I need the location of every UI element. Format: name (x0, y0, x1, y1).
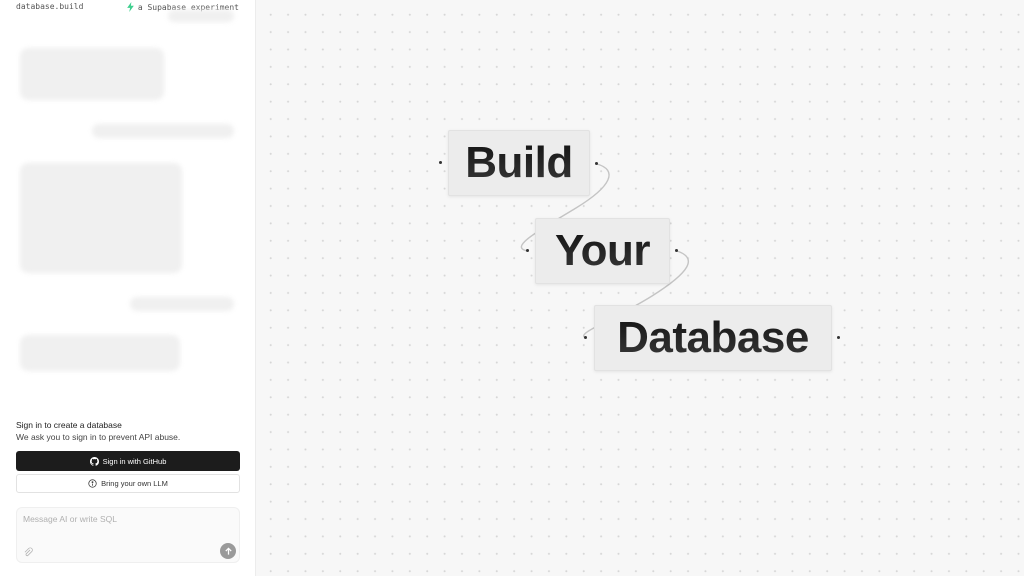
connection-handle[interactable] (595, 162, 598, 165)
placeholder-block (20, 48, 164, 100)
bring-own-llm-button[interactable]: Bring your own LLM (16, 474, 240, 493)
placeholder-block (92, 124, 234, 138)
connection-handle[interactable] (439, 161, 442, 164)
ai-chip-icon (88, 479, 97, 488)
github-button-label: Sign in with GitHub (102, 456, 167, 466)
signin-title: Sign in to create a database (16, 420, 122, 430)
send-button[interactable] (220, 543, 236, 559)
message-composer (16, 507, 240, 563)
connection-handle[interactable] (837, 336, 840, 339)
connection-handle[interactable] (675, 249, 678, 252)
placeholder-block (20, 163, 182, 273)
bolt-icon (127, 2, 134, 12)
connection-handle[interactable] (584, 336, 587, 339)
github-icon (89, 456, 99, 466)
github-signin-button[interactable]: Sign in with GitHub (16, 451, 240, 471)
word-node-your[interactable]: Your (535, 218, 670, 284)
word-node-database[interactable]: Database (594, 305, 832, 371)
paperclip-icon[interactable] (23, 547, 33, 557)
sidebar: database.build a Supabase experiment Sig… (0, 0, 256, 576)
placeholder-block (130, 297, 234, 311)
word-node-build[interactable]: Build (448, 130, 590, 196)
llm-button-label: Bring your own LLM (101, 479, 168, 488)
signin-subtitle: We ask you to sign in to prevent API abu… (16, 432, 181, 442)
brand-name[interactable]: database.build (16, 2, 83, 11)
connector-lines (520, 163, 689, 339)
placeholder-block (168, 10, 234, 22)
arrow-up-icon (224, 546, 232, 555)
schema-canvas[interactable]: Build Your Database (256, 0, 1024, 576)
connection-handle[interactable] (526, 249, 529, 252)
placeholder-block (20, 335, 180, 371)
message-input[interactable] (23, 514, 223, 536)
